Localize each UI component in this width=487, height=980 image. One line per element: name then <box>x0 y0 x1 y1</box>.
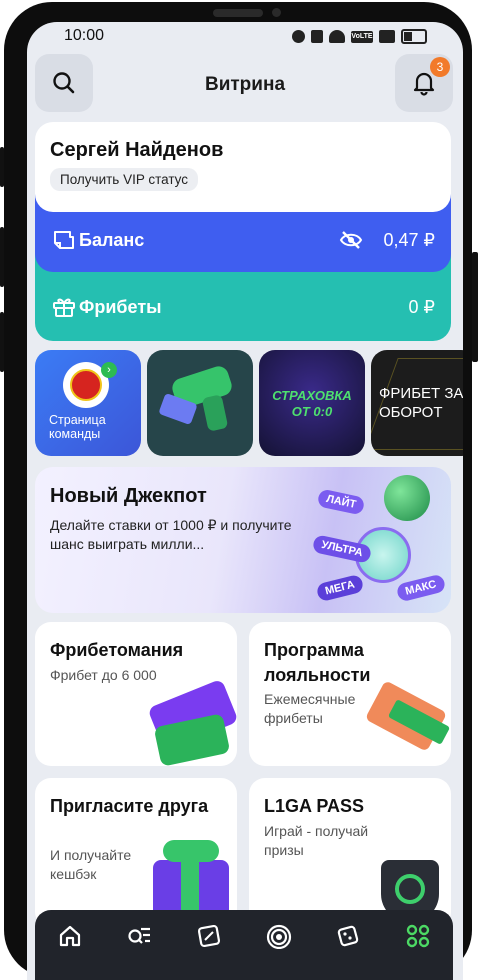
chevron-right-icon: › <box>101 362 117 378</box>
gift-ribbon-image <box>163 840 219 862</box>
eye-off-icon[interactable] <box>339 230 363 250</box>
card-title: Фрибетомания <box>50 640 184 660</box>
tab-home[interactable] <box>55 923 85 953</box>
tier-badge-lite: ЛАЙТ <box>316 488 366 516</box>
jackpot-ball-image <box>384 475 430 521</box>
tier-badge-max: МАКС <box>395 573 447 603</box>
alarm-icon <box>292 30 305 43</box>
balance-label: Баланс <box>79 230 145 250</box>
story-insurance[interactable]: СТРАХОВКА ОТ 0:0 <box>259 350 365 456</box>
battery-icon <box>401 29 427 44</box>
phone-side-button <box>472 252 478 362</box>
gift-icon <box>53 298 75 317</box>
story-team-page[interactable]: › Страница команды <box>35 350 141 456</box>
tab-search-list[interactable] <box>124 923 154 953</box>
story-insurance-text: СТРАХОВКА ОТ 0:0 <box>272 388 352 419</box>
tier-badge-mega: МЕГА <box>315 573 365 603</box>
card-title: Программа лояльности <box>264 640 371 685</box>
tab-coupon[interactable] <box>194 923 224 953</box>
home-icon <box>59 925 80 947</box>
casino-icon <box>338 925 359 947</box>
signal-icon <box>379 30 395 43</box>
freebets-label: Фрибеты <box>79 297 162 317</box>
card-title: L1GA PASS <box>264 796 365 816</box>
balance-value: 0,47 ₽ <box>383 230 436 250</box>
notification-badge: 3 <box>430 57 450 77</box>
card-description: Ежемесячные фрибеты <box>264 691 356 726</box>
freebets-value: 0 ₽ <box>408 297 435 317</box>
story-freebet-text: ФРИБЕТ ЗА ОБОРОТ <box>379 385 463 421</box>
user-name: Сергей Найденов <box>50 139 224 161</box>
user-card: Фрибеты 0 ₽ Баланс 0,47 ₽ Сергей Найдено… <box>35 122 451 341</box>
story-freebet-turnover[interactable]: ФРИБЕТ ЗА ОБОРОТ <box>371 350 463 456</box>
wallet-icon <box>54 231 74 249</box>
jackpot-description: Делайте ставки от 1000 ₽ и получите шанс… <box>50 517 292 552</box>
card-title: Пригласите друга <box>50 796 209 816</box>
phone-speaker <box>213 9 263 17</box>
card-description: И получайте кешбэк <box>50 847 132 882</box>
search-list-icon <box>128 927 151 944</box>
vip-status-button[interactable]: Получить VIP статус <box>50 168 199 191</box>
story-label: Страница команды <box>49 413 106 441</box>
card-description: Фрибет до 6 000 <box>50 667 157 683</box>
tab-casino[interactable] <box>333 923 363 953</box>
card-invite-friend[interactable]: Пригласите друга И получайте кешбэк <box>35 778 237 928</box>
phone-camera <box>272 8 281 17</box>
bottom-tab-bar <box>35 910 453 980</box>
notifications-button[interactable]: 3 <box>395 54 453 112</box>
team-logo-icon <box>70 369 102 401</box>
phone-side-button <box>0 147 4 187</box>
jackpot-title: Новый Джекпот <box>50 485 207 507</box>
stories-carousel: › Страница команды СТРАХОВКА ОТ 0:0 ФРИБ… <box>35 350 463 458</box>
tab-live[interactable] <box>264 923 294 953</box>
card-description: Играй - получай призы <box>264 823 369 858</box>
vibrate-icon <box>311 30 323 43</box>
status-icons: VoLTE <box>292 29 427 44</box>
jackpot-banner[interactable]: Новый Джекпот Делайте ставки от 1000 ₽ и… <box>35 467 451 613</box>
status-bar: 10:00 VoLTE <box>27 22 463 50</box>
card-freebetomania[interactable]: Фрибетомания Фрибет до 6 000 <box>35 622 237 766</box>
volte-icon: VoLTE <box>351 30 373 43</box>
status-time: 10:00 <box>64 27 105 44</box>
tab-showcase[interactable] <box>403 923 433 953</box>
showcase-grid-icon <box>406 924 430 948</box>
app-screen: 10:00 VoLTE Витрина 3 Фрибеты 0 ₽ Баланс… <box>27 22 463 980</box>
story-promo-gun[interactable] <box>147 350 253 456</box>
card-loyalty[interactable]: Программа лояльности Ежемесячные фрибеты <box>249 622 451 766</box>
phone-side-button <box>0 227 4 287</box>
freebet-gun-image <box>201 394 229 432</box>
live-icon <box>266 924 291 949</box>
phone-side-button <box>0 312 4 372</box>
wifi-icon <box>329 30 345 43</box>
user-info: Сергей Найденов Получить VIP статус <box>35 122 451 212</box>
shield-emblem-image <box>395 874 425 904</box>
coupon-icon <box>198 924 221 948</box>
card-l1ga-pass[interactable]: L1GA PASS Играй - получай призы <box>249 778 451 928</box>
